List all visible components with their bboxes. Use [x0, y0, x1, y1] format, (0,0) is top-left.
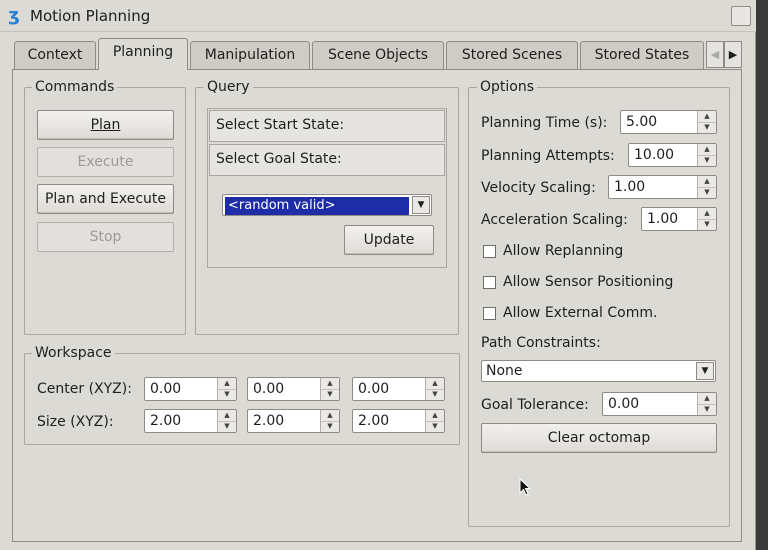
center-y-spinbox[interactable]: 0.00 ▲ ▼ [247, 377, 340, 401]
planning-time-label: Planning Time (s): [481, 115, 608, 131]
allow-replanning-label[interactable]: Allow Replanning [503, 242, 623, 260]
allow-sensor-positioning-checkbox[interactable] [483, 276, 496, 289]
planning-time-spinbox[interactable]: 5.00 ▲ ▼ [620, 110, 717, 134]
goal-state-combo[interactable]: <random valid> ▼ [222, 194, 432, 216]
select-goal-state-button[interactable]: Select Goal State: [209, 144, 445, 176]
tab-manipulation[interactable]: Manipulation [190, 41, 310, 69]
tab-scroll-left-icon[interactable]: ◀ [706, 41, 724, 68]
tab-scene-objects[interactable]: Scene Objects [312, 41, 444, 69]
tab-stored-scenes[interactable]: Stored Scenes [446, 41, 578, 69]
center-xyz-label: Center (XYZ): [37, 381, 132, 397]
plan-button[interactable]: Plan [37, 110, 174, 140]
query-group-title: Query [204, 79, 253, 95]
spin-down-icon[interactable]: ▼ [321, 389, 339, 400]
clear-octomap-button[interactable]: Clear octomap [481, 423, 717, 453]
commands-group-title: Commands [32, 79, 118, 95]
path-constraints-combo[interactable]: None ▼ [481, 360, 716, 382]
rviz-panel-icon: ʒ [8, 5, 20, 26]
tab-planning[interactable]: Planning [98, 38, 188, 70]
center-z-spinbox[interactable]: 0.00 ▲ ▼ [352, 377, 445, 401]
size-z-spinbox[interactable]: 2.00 ▲ ▼ [352, 409, 445, 433]
spin-down-icon[interactable]: ▼ [218, 389, 236, 400]
center-x-spinbox[interactable]: 0.00 ▲ ▼ [144, 377, 237, 401]
workspace-group-title: Workspace [32, 345, 115, 361]
velocity-scaling-label: Velocity Scaling: [481, 180, 596, 196]
spin-down-icon[interactable]: ▼ [698, 155, 716, 166]
select-start-state-button[interactable]: Select Start State: [209, 110, 445, 142]
allow-sensor-positioning-label[interactable]: Allow Sensor Positioning [503, 273, 673, 291]
chevron-down-icon[interactable]: ▼ [412, 196, 430, 214]
goal-tolerance-label: Goal Tolerance: [481, 397, 589, 413]
chevron-down-icon[interactable]: ▼ [696, 362, 714, 380]
path-constraints-value: None [486, 363, 523, 379]
window-title: Motion Planning [30, 7, 151, 25]
mouse-cursor-icon [519, 478, 531, 496]
spin-down-icon[interactable]: ▼ [218, 421, 236, 432]
spin-down-icon[interactable]: ▼ [698, 219, 716, 230]
spin-down-icon[interactable]: ▼ [321, 421, 339, 432]
spin-down-icon[interactable]: ▼ [698, 404, 716, 415]
velocity-scaling-spinbox[interactable]: 1.00 ▲ ▼ [608, 175, 717, 199]
allow-replanning-checkbox[interactable] [483, 245, 496, 258]
allow-external-comm-label[interactable]: Allow External Comm. [503, 304, 657, 322]
update-button[interactable]: Update [344, 225, 434, 255]
planning-attempts-spinbox[interactable]: 10.00 ▲ ▼ [628, 143, 717, 167]
path-constraints-label: Path Constraints: [481, 335, 601, 351]
stop-button[interactable]: Stop [37, 222, 174, 252]
tab-context[interactable]: Context [14, 41, 96, 69]
plan-and-execute-button[interactable]: Plan and Execute [37, 184, 174, 214]
execute-button[interactable]: Execute [37, 147, 174, 177]
goal-tolerance-spinbox[interactable]: 0.00 ▲ ▼ [602, 392, 717, 416]
options-group-title: Options [477, 79, 538, 95]
goal-state-value: <random valid> [225, 197, 409, 215]
spin-down-icon[interactable]: ▼ [698, 122, 716, 133]
spin-down-icon[interactable]: ▼ [426, 421, 444, 432]
allow-external-comm-checkbox[interactable] [483, 307, 496, 320]
size-x-spinbox[interactable]: 2.00 ▲ ▼ [144, 409, 237, 433]
acceleration-scaling-label: Acceleration Scaling: [481, 212, 628, 228]
tab-stored-states[interactable]: Stored States [580, 41, 704, 69]
size-xyz-label: Size (XYZ): [37, 414, 114, 430]
spin-down-icon[interactable]: ▼ [698, 187, 716, 198]
planning-attempts-label: Planning Attempts: [481, 148, 615, 164]
undock-button[interactable] [731, 6, 751, 26]
acceleration-scaling-spinbox[interactable]: 1.00 ▲ ▼ [641, 207, 717, 231]
tab-scroll-right-icon[interactable]: ▶ [724, 41, 742, 68]
spin-down-icon[interactable]: ▼ [426, 389, 444, 400]
size-y-spinbox[interactable]: 2.00 ▲ ▼ [247, 409, 340, 433]
